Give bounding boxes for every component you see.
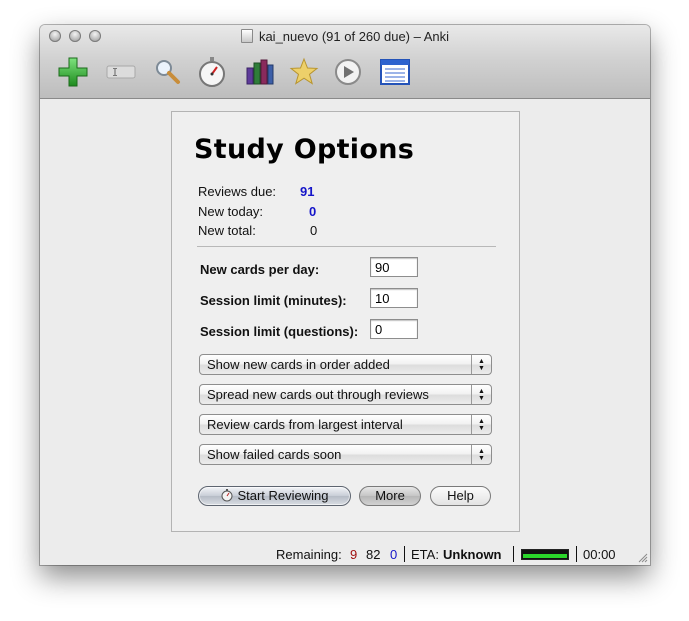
window-title: kai_nuevo (91 of 260 due) – Anki (40, 29, 650, 44)
session-limit-questions-input[interactable] (370, 319, 418, 339)
remaining-new-count: 0 (390, 547, 398, 562)
document-icon (240, 29, 253, 43)
eta-label: ETA: (411, 547, 439, 562)
play-icon (335, 59, 361, 85)
session-progress-bar (521, 549, 569, 560)
window-title-text: kai_nuevo (91 of 260 due) – Anki (258, 29, 450, 44)
chevron-updown-icon: ▲ ▼ (471, 415, 491, 434)
play-button[interactable] (331, 55, 365, 89)
divider (197, 246, 496, 247)
reviews-due-value: 91 (300, 184, 315, 199)
failed-cards-value: Show failed cards soon (207, 447, 342, 462)
chevron-updown-icon: ▲ ▼ (471, 355, 491, 374)
failed-cards-select[interactable]: Show failed cards soon ▲ ▼ (199, 444, 492, 465)
session-progress-fill (523, 554, 567, 558)
edit-icon (106, 65, 136, 79)
add-button[interactable] (56, 55, 90, 89)
status-separator (576, 546, 577, 562)
title-bar: kai_nuevo (91 of 260 due) – Anki (40, 25, 650, 99)
session-timer: 00:00 (583, 547, 616, 562)
graphs-icon (246, 59, 274, 85)
session-limit-minutes-input[interactable] (370, 288, 418, 308)
new-total-label: New total: (198, 223, 256, 238)
new-card-spacing-select[interactable]: Spread new cards out through reviews ▲ ▼ (199, 384, 492, 405)
new-cards-per-day-label: New cards per day: (200, 262, 320, 277)
star-icon (289, 57, 319, 85)
stopwatch-icon (221, 489, 233, 502)
card-list-button[interactable] (378, 55, 412, 89)
new-cards-per-day-input[interactable] (370, 257, 418, 277)
new-card-order-value: Show new cards in order added (207, 357, 390, 372)
search-icon (156, 60, 180, 84)
session-limit-minutes-label: Session limit (minutes): (200, 293, 347, 308)
browse-button[interactable] (150, 55, 184, 89)
card-list-icon (380, 59, 410, 85)
new-today-value: 0 (309, 204, 317, 219)
status-bar: Remaining: 9 82 0 ETA: Unknown 00:00 (40, 543, 650, 565)
anki-window: kai_nuevo (91 of 260 due) – Anki Study O… (40, 25, 650, 565)
new-total-value: 0 (310, 223, 318, 238)
study-options-panel: Study Options Reviews due: 91 New today:… (171, 111, 520, 532)
start-reviewing-label: Start Reviewing (237, 488, 329, 503)
stopwatch-icon (199, 57, 225, 87)
reviews-due-label: Reviews due: (198, 184, 277, 199)
status-separator (513, 546, 514, 562)
edit-button[interactable] (104, 55, 138, 89)
start-reviewing-button[interactable]: Start Reviewing (198, 486, 351, 506)
graphs-button[interactable] (242, 55, 276, 89)
eta-value: Unknown (443, 547, 502, 562)
more-button[interactable]: More (359, 486, 421, 506)
remaining-review-count: 82 (366, 547, 381, 562)
new-card-order-select[interactable]: Show new cards in order added ▲ ▼ (199, 354, 492, 375)
review-order-value: Review cards from largest interval (207, 417, 403, 432)
page-title: Study Options (194, 134, 415, 165)
resize-grip-icon[interactable] (638, 553, 648, 563)
mark-button[interactable] (287, 55, 321, 89)
chevron-updown-icon: ▲ ▼ (471, 445, 491, 464)
add-icon (58, 57, 88, 87)
session-limit-questions-label: Session limit (questions): (200, 324, 359, 339)
new-card-spacing-value: Spread new cards out through reviews (207, 387, 429, 402)
review-order-select[interactable]: Review cards from largest interval ▲ ▼ (199, 414, 492, 435)
status-separator (404, 546, 405, 562)
help-button[interactable]: Help (430, 486, 491, 506)
new-today-label: New today: (198, 204, 264, 219)
remaining-label: Remaining: (276, 547, 342, 562)
remaining-failed-count: 9 (350, 547, 358, 562)
chevron-updown-icon: ▲ ▼ (471, 385, 491, 404)
timer-button[interactable] (195, 55, 229, 89)
